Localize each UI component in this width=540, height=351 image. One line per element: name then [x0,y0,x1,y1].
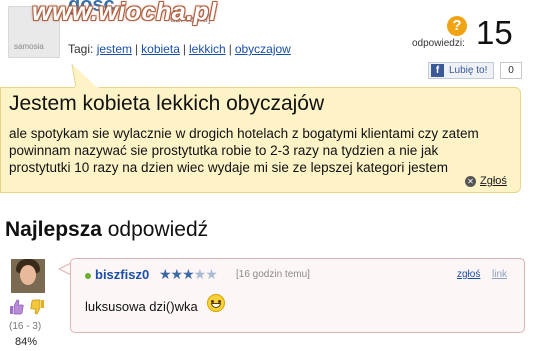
star-empty-icon: ★★ [193,266,218,282]
answer-text: luksusowa dzi()wka [85,299,198,314]
answers-count: 15 [476,14,513,51]
vote-percent: 84% [15,336,38,348]
answer-username[interactable]: biszfisz0 [95,267,149,282]
report-question-link[interactable]: Zgłoś [480,175,507,187]
best-answer-heading: Najlepsza odpowiedź [5,218,209,241]
tags-line: Tagi: jestem | kobieta | lekkich | obyczajow [68,42,291,56]
speech-bubble-tail [71,64,99,90]
answers-label: odpowiedzi: [412,38,465,49]
facebook-icon: f [431,64,444,77]
thumb-up-icon[interactable] [9,299,24,315]
question-body: ale spotykam sie wylacznie w drogich hot… [9,126,479,175]
answer-permalink[interactable]: link [492,269,507,280]
tag-link-obyczajow[interactable]: obyczajow [235,42,291,56]
vote-counts: (16 - 3) [9,321,42,332]
question-title: Jestem kobieta lekkich obyczajów [9,92,325,115]
tag-separator: | [135,42,139,56]
like-count: 0 [500,62,522,79]
answer-time: [16 godzin temu] [236,269,310,280]
tag-link-jestem[interactable]: jestem [97,42,132,56]
tag-separator: | [182,42,186,56]
thumb-down-icon[interactable] [30,299,45,315]
report-question[interactable]: ✕ Zgłoś [465,175,507,187]
report-answer-link[interactable]: zgłoś [457,269,480,280]
online-status-icon [85,273,91,279]
grin-smiley-icon [207,294,225,312]
star-icon: ★★★ [159,266,195,282]
tags-label: Tagi: [68,42,94,56]
watermark: www.wiocha.pl [32,0,217,26]
like-label: Lubię to! [449,65,488,76]
question-box: Jestem kobieta lekkich obyczajów ale spo… [0,87,521,193]
best-answer-box: biszfisz0 ★★★★★ [16 godzin temu] zgłoś l… [70,258,525,333]
tag-link-lekkich[interactable]: lekkich [189,42,226,56]
close-circle-icon: ✕ [465,175,476,187]
answer-avatar[interactable] [11,259,45,293]
avatar-text: samosia [14,42,44,51]
tag-separator: | [228,42,232,56]
like-button[interactable]: f Lubię to! [428,62,494,79]
question-mark-icon: ? [447,16,467,36]
rating-stars: ★★★★★ [159,266,218,283]
tag-link-kobieta[interactable]: kobieta [141,42,180,56]
